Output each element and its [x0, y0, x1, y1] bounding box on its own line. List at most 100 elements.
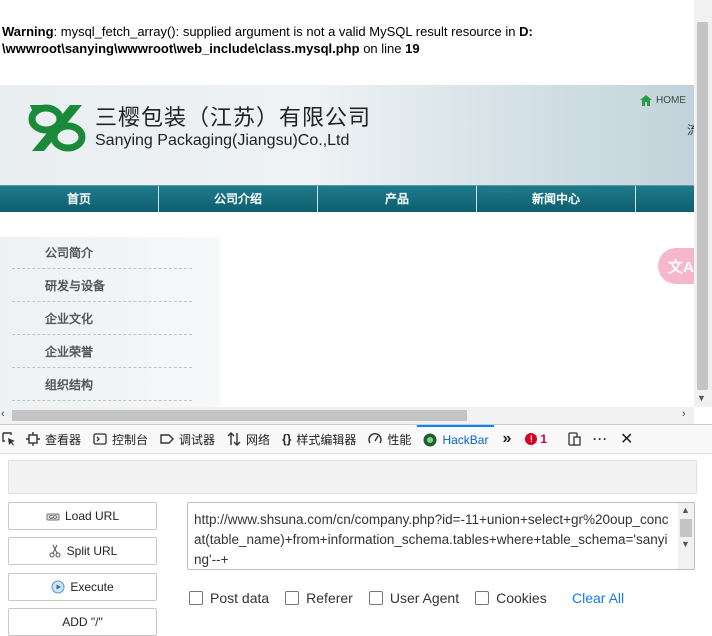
tab-inspector-label: 查看器	[45, 432, 82, 447]
scroll-right-icon[interactable]: ›	[682, 408, 686, 420]
user-agent-option[interactable]: User Agent	[368, 590, 460, 606]
devtools-toolbar: 查看器 控制台 调试器 网络 {} 样式编辑器 性能 HackBar » ! 1…	[0, 425, 712, 454]
nav-item-home[interactable]: 首页	[0, 186, 159, 212]
translate-icon: 文A	[668, 258, 694, 276]
referer-option[interactable]: Referer	[285, 590, 353, 606]
tab-network-label: 网络	[246, 432, 271, 447]
load-url-button[interactable]: GO Load URL	[8, 502, 157, 530]
post-data-checkbox[interactable]	[189, 591, 203, 605]
style-editor-icon: {}	[282, 432, 292, 446]
cookies-label: Cookies	[496, 590, 547, 606]
tab-debugger-label: 调试器	[179, 432, 216, 447]
site-banner: 三樱包装（江苏）有限公司 Sanying Packaging(Jiangsu)C…	[0, 85, 694, 185]
scissors-icon	[49, 544, 61, 558]
play-icon	[51, 580, 65, 594]
tab-inspector[interactable]: 查看器	[20, 425, 87, 453]
url-text[interactable]: http://www.shsuna.com/cn/company.php?id=…	[194, 510, 674, 570]
warning-on-line: on line	[359, 41, 406, 56]
page-viewport: Warning: mysql_fetch_array(): supplied a…	[0, 0, 694, 407]
url-scroll-thumb[interactable]	[680, 519, 692, 537]
post-data-label: Post data	[210, 590, 270, 606]
nav-item-about[interactable]: 公司介绍	[159, 186, 318, 212]
tab-performance[interactable]: 性能	[362, 425, 417, 453]
cookies-option[interactable]: Cookies	[475, 590, 547, 606]
post-data-option[interactable]: Post data	[189, 590, 269, 606]
tab-network[interactable]: 网络	[221, 425, 276, 453]
url-textarea[interactable]: http://www.shsuna.com/cn/company.php?id=…	[187, 502, 695, 570]
scroll-down-icon[interactable]: ▼	[697, 393, 706, 403]
network-icon	[227, 432, 241, 446]
clear-all-link[interactable]: Clear All	[572, 590, 624, 606]
split-url-label: Split URL	[66, 544, 118, 558]
header-edge-text: 流	[687, 123, 694, 137]
nav-item-news[interactable]: 新闻中心	[477, 186, 636, 212]
responsive-design-icon[interactable]	[561, 425, 587, 453]
page-horizontal-scrollbar[interactable]: ‹ ›	[0, 407, 694, 424]
company-logo	[28, 104, 86, 152]
element-picker[interactable]	[0, 425, 20, 453]
tab-style-editor[interactable]: {} 样式编辑器	[276, 425, 362, 453]
error-icon: !	[525, 433, 538, 445]
tab-console-label: 控制台	[112, 432, 149, 447]
console-icon	[93, 433, 107, 445]
php-warning: Warning: mysql_fetch_array(): supplied a…	[2, 23, 692, 57]
nav-item-jobs[interactable]: 招	[636, 186, 694, 212]
performance-icon	[368, 433, 383, 444]
sidebar-menu: 公司简介 研发与设备 企业文化 企业荣誉 组织结构	[0, 237, 220, 407]
pick-element-icon	[2, 432, 15, 446]
main-nav: 首页 公司介绍 产品 新闻中心 招	[0, 185, 694, 212]
vertical-scroll-thumb[interactable]	[697, 22, 708, 390]
translate-button[interactable]: 文A	[658, 248, 694, 284]
page-vertical-scrollbar[interactable]: ▼	[694, 0, 712, 407]
error-counter-group: ! 1	[525, 432, 547, 446]
execute-label: Execute	[70, 580, 114, 594]
sidebar-item-structure[interactable]: 组织结构	[12, 369, 192, 401]
tab-hackbar[interactable]: HackBar	[417, 425, 495, 453]
add-slash-button[interactable]: ADD "/"	[8, 608, 157, 636]
url-scroll-down-icon[interactable]: ▼	[681, 539, 690, 549]
company-name-en: Sanying Packaging(Jiangsu)Co.,Ltd	[95, 132, 350, 149]
scroll-left-icon[interactable]: ‹	[1, 408, 5, 420]
warning-line: 19	[405, 41, 420, 56]
more-tabs-icon[interactable]: »	[494, 425, 519, 453]
tab-performance-label: 性能	[387, 432, 412, 447]
home-label: HOME	[656, 95, 686, 106]
hackbar-options: Post data Referer User Agent Cookies	[189, 590, 563, 606]
sidebar-item-profile[interactable]: 公司简介	[12, 237, 192, 269]
split-url-button[interactable]: Split URL	[8, 537, 157, 565]
sidebar-item-honors[interactable]: 企业荣誉	[12, 336, 192, 368]
tab-style-editor-label: 样式编辑器	[296, 432, 357, 447]
dock-window-icon	[568, 432, 581, 446]
tab-debugger[interactable]: 调试器	[154, 425, 221, 453]
close-devtools-icon[interactable]: ✕	[614, 425, 639, 453]
debugger-icon	[160, 434, 175, 444]
home-icon	[640, 95, 652, 106]
error-count: 1	[540, 432, 548, 446]
inspector-icon	[26, 432, 40, 446]
hackbar-top-bar	[8, 460, 697, 494]
cookies-checkbox[interactable]	[475, 591, 490, 605]
company-name-cn: 三樱包装（江苏）有限公司	[95, 106, 372, 131]
referer-checkbox[interactable]	[285, 591, 300, 605]
tab-hackbar-label: HackBar	[442, 433, 489, 447]
user-agent-checkbox[interactable]	[368, 591, 383, 605]
warning-label: Warning	[2, 24, 54, 39]
hackbar-icon	[423, 433, 437, 447]
url-scroll-up-icon[interactable]: ▲	[681, 505, 690, 515]
tab-console[interactable]: 控制台	[87, 425, 154, 453]
nav-item-products[interactable]: 产品	[318, 186, 477, 212]
overflow-menu-icon[interactable]: ···	[587, 425, 614, 453]
sidebar-item-rnd[interactable]: 研发与设备	[12, 270, 192, 302]
load-url-label: Load URL	[64, 509, 120, 523]
home-link[interactable]: HOME	[640, 95, 686, 106]
horizontal-scroll-thumb[interactable]	[12, 410, 467, 421]
execute-button[interactable]: Execute	[8, 573, 157, 601]
user-agent-label: User Agent	[389, 590, 460, 606]
referer-label: Referer	[306, 590, 353, 606]
load-url-icon: GO	[46, 513, 60, 521]
error-counter[interactable]: ! 1	[519, 425, 553, 453]
svg-text:GO: GO	[49, 515, 57, 521]
warning-message: : mysql_fetch_array(): supplied argument…	[53, 24, 520, 39]
url-scrollbar[interactable]: ▲ ▼	[678, 503, 694, 569]
sidebar-item-culture[interactable]: 企业文化	[12, 303, 192, 335]
